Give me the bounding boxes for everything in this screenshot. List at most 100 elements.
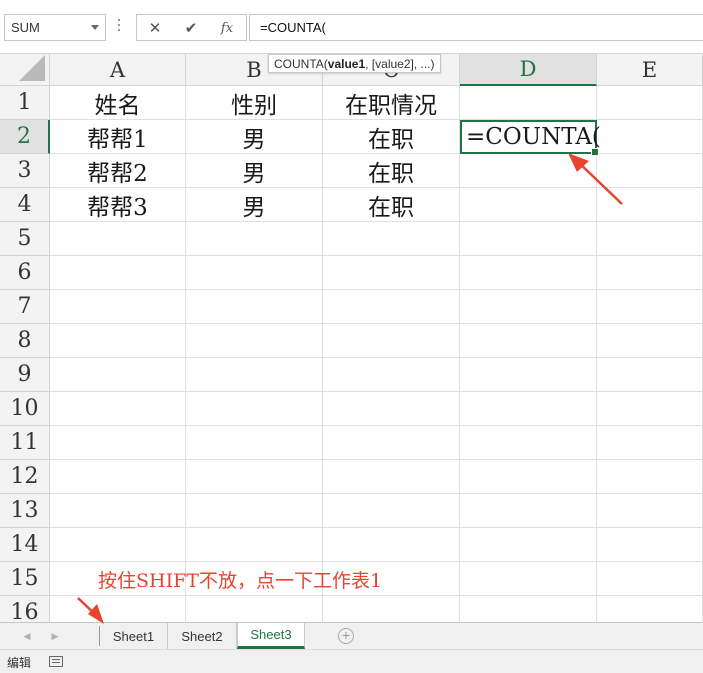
cell-a1[interactable]: 姓名 bbox=[50, 86, 186, 120]
cell-e1[interactable] bbox=[597, 86, 703, 120]
cell-a10[interactable] bbox=[50, 392, 186, 426]
insert-function-icon[interactable]: fx bbox=[215, 18, 239, 38]
cell-c11[interactable] bbox=[323, 426, 460, 460]
cell-b4[interactable]: 男 bbox=[186, 188, 323, 222]
cell-d3[interactable] bbox=[460, 154, 597, 188]
cell-a9[interactable] bbox=[50, 358, 186, 392]
cell-d2[interactable]: =COUNTA( bbox=[460, 120, 601, 156]
cell-a7[interactable] bbox=[50, 290, 186, 324]
cell-b5[interactable] bbox=[186, 222, 323, 256]
cell-c7[interactable] bbox=[323, 290, 460, 324]
cell-c3[interactable]: 在职 bbox=[323, 154, 460, 188]
cell-e2[interactable] bbox=[597, 120, 703, 154]
cell-b8[interactable] bbox=[186, 324, 323, 358]
cell-e4[interactable] bbox=[597, 188, 703, 222]
check-icon[interactable]: ✔ bbox=[179, 18, 203, 38]
cell-c2[interactable]: 在职 bbox=[323, 120, 460, 154]
cell-e13[interactable] bbox=[597, 494, 703, 528]
row-header-2[interactable]: 2 bbox=[0, 120, 50, 154]
drag-handle-icon[interactable] bbox=[118, 19, 121, 35]
cell-b9[interactable] bbox=[186, 358, 323, 392]
cancel-icon[interactable]: ✕ bbox=[143, 18, 167, 38]
cell-a8[interactable] bbox=[50, 324, 186, 358]
row-header-10[interactable]: 10 bbox=[0, 392, 50, 426]
row-header-4[interactable]: 4 bbox=[0, 188, 50, 222]
cell-b6[interactable] bbox=[186, 256, 323, 290]
cell-c6[interactable] bbox=[323, 256, 460, 290]
cell-d15[interactable] bbox=[460, 562, 597, 596]
macro-record-icon[interactable] bbox=[49, 656, 63, 667]
tab-scroll-left-icon[interactable]: ◀ bbox=[20, 629, 34, 643]
cell-d8[interactable] bbox=[460, 324, 597, 358]
cell-b2[interactable]: 男 bbox=[186, 120, 323, 154]
cell-c9[interactable] bbox=[323, 358, 460, 392]
cell-a12[interactable] bbox=[50, 460, 186, 494]
row-header-14[interactable]: 14 bbox=[0, 528, 50, 562]
cell-a14[interactable] bbox=[50, 528, 186, 562]
cell-d14[interactable] bbox=[460, 528, 597, 562]
cell-b1[interactable]: 性别 bbox=[186, 86, 323, 120]
select-all-button[interactable] bbox=[0, 54, 50, 86]
tab-sheet3[interactable]: Sheet3 bbox=[237, 623, 305, 649]
column-header-a[interactable]: A bbox=[50, 54, 186, 86]
row-header-12[interactable]: 12 bbox=[0, 460, 50, 494]
cell-d6[interactable] bbox=[460, 256, 597, 290]
cell-e15[interactable] bbox=[597, 562, 703, 596]
cell-d9[interactable] bbox=[460, 358, 597, 392]
row-header-8[interactable]: 8 bbox=[0, 324, 50, 358]
cell-c5[interactable] bbox=[323, 222, 460, 256]
tooltip-arg-current[interactable]: value1 bbox=[328, 57, 365, 71]
cell-c12[interactable] bbox=[323, 460, 460, 494]
cell-d7[interactable] bbox=[460, 290, 597, 324]
cell-b11[interactable] bbox=[186, 426, 323, 460]
cell-a2[interactable]: 帮帮1 bbox=[50, 120, 186, 154]
cell-c1[interactable]: 在职情况 bbox=[323, 86, 460, 120]
cell-b10[interactable] bbox=[186, 392, 323, 426]
cell-b7[interactable] bbox=[186, 290, 323, 324]
cell-d4[interactable] bbox=[460, 188, 597, 222]
cell-a4[interactable]: 帮帮3 bbox=[50, 188, 186, 222]
cell-b14[interactable] bbox=[186, 528, 323, 562]
cell-e14[interactable] bbox=[597, 528, 703, 562]
cell-d10[interactable] bbox=[460, 392, 597, 426]
row-header-6[interactable]: 6 bbox=[0, 256, 50, 290]
tab-sheet1[interactable]: Sheet1 bbox=[100, 623, 168, 649]
cell-e7[interactable] bbox=[597, 290, 703, 324]
name-box[interactable]: SUM bbox=[4, 14, 106, 41]
cell-e8[interactable] bbox=[597, 324, 703, 358]
cell-c10[interactable] bbox=[323, 392, 460, 426]
cell-d1[interactable] bbox=[460, 86, 597, 120]
tab-scroll-right-icon[interactable]: ▶ bbox=[48, 629, 62, 643]
cell-b13[interactable] bbox=[186, 494, 323, 528]
row-header-15[interactable]: 15 bbox=[0, 562, 50, 596]
cell-e5[interactable] bbox=[597, 222, 703, 256]
cell-d13[interactable] bbox=[460, 494, 597, 528]
add-sheet-icon[interactable]: + bbox=[338, 628, 354, 644]
cell-c4[interactable]: 在职 bbox=[323, 188, 460, 222]
chevron-down-icon[interactable] bbox=[91, 25, 99, 30]
cell-a13[interactable] bbox=[50, 494, 186, 528]
cell-c14[interactable] bbox=[323, 528, 460, 562]
row-header-9[interactable]: 9 bbox=[0, 358, 50, 392]
row-header-1[interactable]: 1 bbox=[0, 86, 50, 120]
cell-d12[interactable] bbox=[460, 460, 597, 494]
cell-b3[interactable]: 男 bbox=[186, 154, 323, 188]
cell-e9[interactable] bbox=[597, 358, 703, 392]
row-header-7[interactable]: 7 bbox=[0, 290, 50, 324]
cell-e6[interactable] bbox=[597, 256, 703, 290]
cell-d11[interactable] bbox=[460, 426, 597, 460]
cell-c13[interactable] bbox=[323, 494, 460, 528]
row-header-3[interactable]: 3 bbox=[0, 154, 50, 188]
cell-c8[interactable] bbox=[323, 324, 460, 358]
cell-a11[interactable] bbox=[50, 426, 186, 460]
cell-a6[interactable] bbox=[50, 256, 186, 290]
cell-a3[interactable]: 帮帮2 bbox=[50, 154, 186, 188]
function-tooltip[interactable]: COUNTA(value1, [value2], ...) bbox=[268, 54, 441, 73]
cell-e3[interactable] bbox=[597, 154, 703, 188]
cell-e10[interactable] bbox=[597, 392, 703, 426]
cell-e11[interactable] bbox=[597, 426, 703, 460]
column-header-e[interactable]: E bbox=[597, 54, 703, 86]
formula-input[interactable]: =COUNTA( bbox=[249, 14, 703, 41]
tab-sheet2[interactable]: Sheet2 bbox=[168, 623, 237, 649]
cell-e12[interactable] bbox=[597, 460, 703, 494]
